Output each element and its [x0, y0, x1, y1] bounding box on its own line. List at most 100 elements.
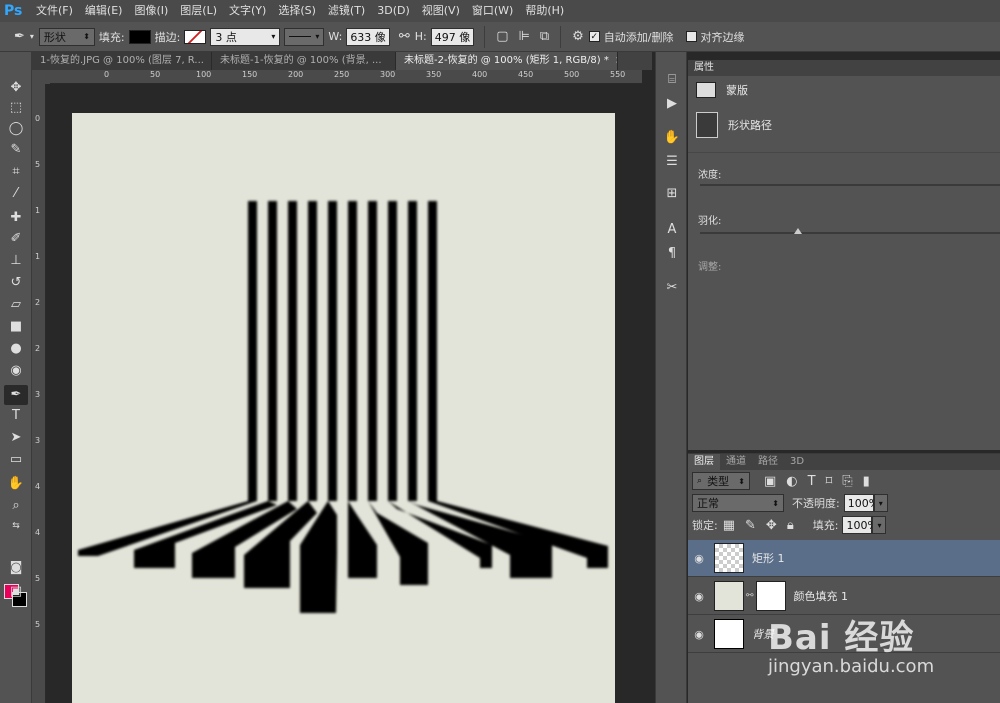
ruler-origin[interactable]	[32, 70, 50, 84]
stroke-color-swatch[interactable]	[184, 29, 207, 44]
link-icon[interactable]: ⚯	[399, 29, 410, 44]
layer-kind-dropdown[interactable]: ⌕ 类型 ⬍	[692, 472, 750, 490]
density-slider[interactable]	[700, 184, 1000, 186]
pen-tool-icon[interactable]: ✒	[4, 385, 28, 405]
tab-channels[interactable]: 通道	[720, 454, 752, 470]
width-input[interactable]: 633 像	[346, 27, 390, 46]
slider-handle-icon[interactable]	[794, 228, 802, 234]
adjustment-layer-filter-icon[interactable]: ◐	[786, 474, 797, 489]
brush-tool-icon[interactable]: ✐	[4, 229, 28, 249]
stroke-width-dropdown[interactable]: 3 点 ▾	[210, 27, 281, 46]
path-operations-icon[interactable]: ▢	[496, 29, 508, 44]
healing-brush-tool-icon[interactable]: ✚	[4, 208, 28, 228]
close-icon[interactable]: ×	[615, 55, 617, 66]
opacity-input[interactable]: 100%	[843, 494, 879, 512]
blend-mode-dropdown[interactable]: 正常 ⬍	[692, 494, 784, 512]
document-tab-1[interactable]: 1-恢复的.JPG @ 100% (图层 7, R...	[32, 52, 212, 70]
mask-row[interactable]: 蒙版	[688, 76, 1000, 104]
type-tool-icon[interactable]: T	[4, 406, 28, 426]
pen-tool-preset-icon[interactable]: ✒	[14, 29, 25, 44]
ruler-tick: 450	[518, 70, 534, 79]
align-edges-checkbox[interactable]	[685, 31, 697, 42]
actions-play-icon[interactable]: ▶	[662, 96, 682, 116]
tab-layers[interactable]: 图层	[688, 454, 720, 470]
menu-view[interactable]: 视图(V)	[416, 0, 466, 22]
eye-icon[interactable]: ◉	[688, 628, 710, 641]
layer-row[interactable]: ◉ 矩形 1	[688, 540, 1000, 577]
menu-file[interactable]: 文件(F)	[30, 0, 79, 22]
document-tab-2[interactable]: 未标题-1-恢复的 @ 100% (背景, ...	[212, 52, 396, 70]
fill-slider-button[interactable]: ▾	[872, 516, 887, 534]
path-arrangement-icon[interactable]: ⧉	[540, 29, 549, 44]
menu-filter[interactable]: 滤镜(T)	[322, 0, 371, 22]
smart-object-filter-icon[interactable]: ⎘	[842, 474, 852, 489]
eyedropper-tool-icon[interactable]: ⁄	[4, 184, 28, 204]
tab-3d[interactable]: 3D	[784, 454, 810, 470]
canvas-area[interactable]	[47, 85, 642, 703]
menu-image[interactable]: 图像(I)	[128, 0, 174, 22]
shape-layer-filter-icon[interactable]: ⌑	[826, 474, 833, 489]
hand-tool-icon[interactable]: ✋	[4, 474, 28, 494]
gear-icon[interactable]: ⚙	[572, 29, 584, 44]
link-icon[interactable]: ⚯	[746, 591, 754, 601]
blur-tool-icon[interactable]: ●	[4, 339, 28, 359]
auto-add-delete-checkbox[interactable]: ✓	[588, 31, 600, 42]
layer-name[interactable]: 矩形 1	[752, 550, 785, 566]
menu-3d[interactable]: 3D(D)	[371, 0, 416, 22]
fill-color-swatch[interactable]	[128, 29, 151, 44]
tool-mode-dropdown[interactable]: 形状 ⬍	[38, 27, 95, 46]
clone-source-icon[interactable]: ⊞	[662, 186, 682, 206]
lock-all-icon[interactable]: 🔒︎	[787, 518, 794, 533]
ruler-tick: 5	[35, 574, 41, 583]
tab-paths[interactable]: 路径	[752, 454, 784, 470]
zoom-tool-icon[interactable]: ⌕	[4, 496, 28, 516]
quick-selection-tool-icon[interactable]: ✎	[4, 140, 28, 160]
type-layer-filter-icon[interactable]: T	[808, 474, 816, 489]
filter-toggle-icon[interactable]: ▮	[863, 474, 870, 489]
eraser-tool-icon[interactable]: ▱	[4, 295, 28, 315]
paragraph-panel-icon[interactable]: ¶	[662, 246, 682, 266]
rectangle-tool-icon[interactable]: ▭	[4, 450, 28, 470]
history-brush-tool-icon[interactable]: ↺	[4, 273, 28, 293]
character-panel-icon[interactable]: A	[662, 222, 682, 242]
crop-tool-icon[interactable]: ⌗	[4, 162, 28, 182]
fill-opacity-input[interactable]: 100%	[842, 516, 878, 534]
marquee-tool-icon[interactable]: ⬚	[4, 98, 28, 118]
tool-presets-icon[interactable]: ✂	[662, 280, 682, 300]
shape-path-row[interactable]: 形状路径	[688, 108, 1000, 142]
gradient-tool-icon[interactable]: ■	[4, 317, 28, 337]
move-tool-icon[interactable]: ✥	[4, 78, 28, 98]
menu-window[interactable]: 窗口(W)	[466, 0, 519, 22]
path-alignment-icon[interactable]: ⊫	[519, 29, 530, 44]
horizontal-ruler[interactable]: 0 50 100 150 200 250 300 350 400 450 500…	[50, 70, 642, 84]
vertical-ruler[interactable]: 0 5 1 1 2 2 3 3 4 4 5 5	[32, 84, 46, 703]
lasso-tool-icon[interactable]: ◯	[4, 119, 28, 139]
menu-help[interactable]: 帮助(H)	[519, 0, 570, 22]
menu-edit[interactable]: 编辑(E)	[79, 0, 129, 22]
stroke-type-dropdown[interactable]: ▾	[284, 27, 325, 46]
menu-layer[interactable]: 图层(L)	[174, 0, 223, 22]
chevron-down-icon[interactable]: ▾	[30, 32, 34, 41]
path-selection-tool-icon[interactable]: ➤	[4, 428, 28, 448]
dodge-tool-icon[interactable]: ◉	[4, 361, 28, 381]
brush-presets-icon[interactable]: ✋	[662, 130, 682, 150]
screen-mode-icon[interactable]: ▣	[4, 582, 28, 602]
eye-icon[interactable]: ◉	[688, 590, 710, 603]
adjustments-icon[interactable]: ☰	[662, 154, 682, 174]
eye-icon[interactable]: ◉	[688, 552, 710, 565]
menu-type[interactable]: 文字(Y)	[223, 0, 272, 22]
pixel-layer-filter-icon[interactable]: ▣	[764, 474, 776, 489]
lock-pixels-icon[interactable]: ✎	[745, 518, 756, 533]
lock-position-icon[interactable]: ✥	[766, 518, 777, 533]
opacity-slider-button[interactable]: ▾	[873, 494, 888, 512]
feather-slider[interactable]	[700, 232, 1000, 234]
swap-colors-icon[interactable]: ⇆	[4, 516, 28, 536]
quick-mask-icon[interactable]: ◙	[4, 558, 28, 578]
document-canvas[interactable]	[72, 113, 615, 703]
height-input[interactable]: 497 像	[430, 27, 475, 46]
lock-transparency-icon[interactable]: ▦	[723, 518, 735, 533]
document-tab-3[interactable]: 未标题-2-恢复的 @ 100% (矩形 1, RGB/8) *×	[396, 52, 618, 70]
history-panel-icon[interactable]: ⌸	[662, 72, 682, 92]
menu-select[interactable]: 选择(S)	[272, 0, 322, 22]
clone-stamp-tool-icon[interactable]: ⊥	[4, 251, 28, 271]
